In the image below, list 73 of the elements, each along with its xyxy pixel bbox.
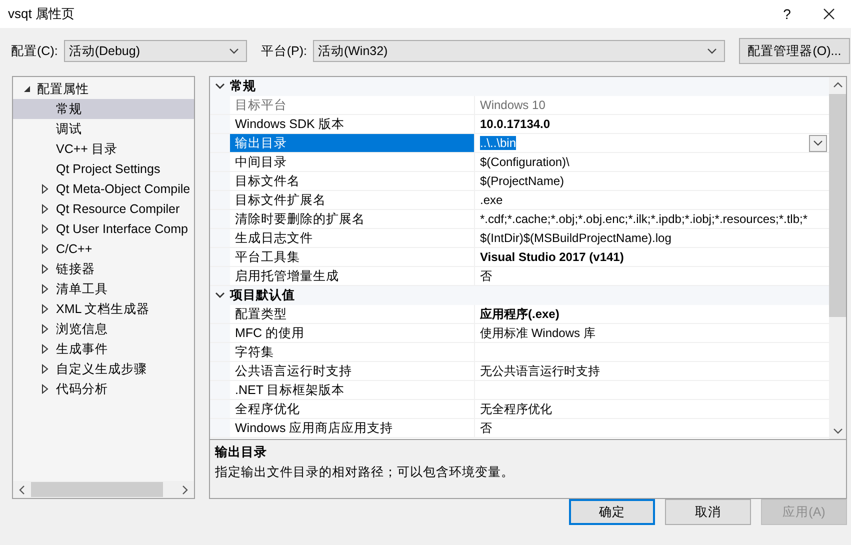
help-button[interactable]: ?	[767, 0, 807, 28]
tree-item[interactable]: Qt Project Settings	[13, 159, 194, 179]
tree-item[interactable]: 浏览信息	[13, 319, 194, 339]
property-name[interactable]: 平台工具集	[230, 248, 475, 266]
tree-item[interactable]: Qt User Interface Comp	[13, 219, 194, 239]
property-value[interactable]: 否	[480, 420, 492, 436]
tree-item[interactable]: 生成事件	[13, 339, 194, 359]
chevron-down-icon	[706, 47, 718, 55]
dropdown-button[interactable]	[809, 134, 827, 152]
scrollbar-thumb[interactable]	[31, 482, 163, 497]
property-value[interactable]: .exe	[480, 193, 503, 207]
property-name[interactable]: 生成日志文件	[230, 229, 475, 247]
window-title: vsqt 属性页	[8, 5, 76, 23]
field-label: 配置(C):	[11, 42, 58, 60]
property-value[interactable]: 无全程序优化	[480, 400, 552, 418]
property-value[interactable]: Visual Studio 2017 (v141)	[480, 250, 624, 264]
tree-item[interactable]: 链接器	[13, 259, 194, 279]
property-value[interactable]: $(Configuration)\	[480, 155, 570, 169]
description-title: 输出目录	[215, 444, 268, 461]
property-name[interactable]: .NET 目标框架版本	[230, 381, 475, 399]
tree-item[interactable]: 调试	[13, 119, 194, 139]
tree-item[interactable]: 常规	[13, 99, 194, 119]
property-value[interactable]: 否	[480, 268, 492, 284]
vertical-scrollbar[interactable]	[829, 77, 846, 439]
property-value[interactable]: $(ProjectName)	[480, 174, 564, 188]
tree-item[interactable]: Qt Resource Compiler	[13, 199, 194, 219]
configuration-manager-button[interactable]: 配置管理器(O)...	[738, 38, 850, 64]
property-value[interactable]: 应用程序(.exe)	[480, 306, 560, 322]
platform-dropdown[interactable]: 活动(Win32)	[312, 40, 725, 62]
tree-item[interactable]: Qt Meta-Object Compile	[13, 179, 194, 199]
property-name[interactable]: Windows SDK 版本	[230, 115, 475, 133]
property-value[interactable]: $(IntDir)$(MSBuildProjectName).log	[480, 231, 672, 245]
dialog-button[interactable]: 取消	[665, 499, 751, 525]
property-name[interactable]: 公共语言运行时支持	[230, 362, 475, 380]
property-name[interactable]: 启用托管增量生成	[230, 267, 475, 285]
configuration-dropdown[interactable]: 活动(Debug)	[64, 40, 247, 62]
dialog-button[interactable]: 确定	[569, 499, 655, 525]
property-name[interactable]: 字符集	[230, 343, 475, 361]
property-name[interactable]: 清除时要删除的扩展名	[230, 210, 475, 228]
tree-item[interactable]: 自定义生成步骤	[13, 359, 194, 379]
property-value[interactable]: 10.0.17134.0	[480, 117, 550, 131]
tree-item[interactable]: 配置属性	[13, 79, 194, 99]
scrollbar-thumb[interactable]	[829, 94, 846, 317]
scroll-down-icon[interactable]	[832, 428, 842, 434]
chevron-down-icon	[228, 47, 240, 55]
field-label: 平台(P):	[260, 42, 307, 60]
scroll-up-icon[interactable]	[832, 82, 842, 88]
tree-item[interactable]: 代码分析	[13, 379, 194, 399]
close-icon	[823, 8, 835, 20]
property-name[interactable]: 全程序优化	[230, 400, 475, 418]
property-value[interactable]: *.cdf;*.cache;*.obj;*.obj.enc;*.ilk;*.ipdb;*.iobj;*.resources;*.tlb;*	[480, 212, 808, 226]
chevron-down-icon[interactable]	[215, 292, 225, 299]
property-name[interactable]: 目标文件名	[230, 172, 475, 190]
expanded-triangle-icon[interactable]	[23, 85, 31, 93]
tree-item[interactable]: VC++ 目录	[13, 139, 194, 159]
chevron-down-icon	[813, 140, 823, 146]
property-name[interactable]: MFC 的使用	[230, 324, 475, 342]
property-name[interactable]: 中间目录	[230, 153, 475, 171]
description-text: 指定输出文件目录的相对路径；可以包含环境变量。	[215, 464, 515, 481]
scroll-left-icon[interactable]	[19, 484, 25, 494]
property-name[interactable]: 目标文件扩展名	[230, 191, 475, 209]
property-value[interactable]: 使用标准 Windows 库	[480, 324, 596, 342]
horizontal-scrollbar[interactable]	[13, 481, 194, 498]
scroll-right-icon[interactable]	[182, 484, 188, 494]
property-value-field[interactable]: ..\..\bin	[480, 136, 516, 150]
property-value[interactable]: 无公共语言运行时支持	[480, 362, 600, 380]
property-name[interactable]: Windows 应用商店应用支持	[230, 419, 475, 437]
tree-item[interactable]: XML 文档生成器	[13, 299, 194, 319]
chevron-down-icon[interactable]	[215, 83, 225, 90]
tree-item[interactable]: 清单工具	[13, 279, 194, 299]
property-name[interactable]: 输出目录	[230, 134, 475, 152]
tree-item[interactable]: C/C++	[13, 239, 194, 259]
property-name[interactable]: 配置类型	[230, 305, 475, 323]
